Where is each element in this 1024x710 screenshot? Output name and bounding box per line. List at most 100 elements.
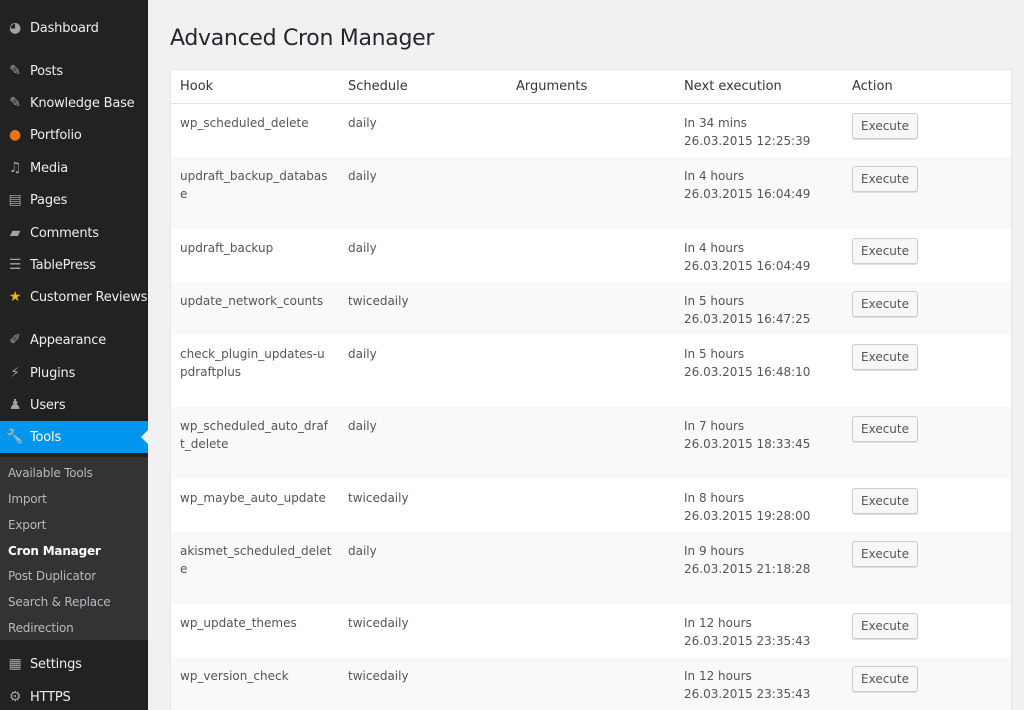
schedule-value: daily — [348, 169, 377, 183]
table-row: wp_update_themes twicedaily In 12 hours 26.… — [171, 604, 1011, 657]
sidebar-item-label: Appearance — [30, 332, 107, 348]
pin-icon: ✎ — [9, 95, 21, 111]
brush-icon: ✐ — [9, 332, 21, 348]
next-execution: In 34 mins 26.03.2015 12:25:39 — [684, 114, 810, 150]
next-execution-relative: In 8 hours — [684, 491, 745, 505]
execute-button[interactable]: Execute — [852, 613, 918, 639]
submenu-item-cron-manager[interactable]: Cron Manager — [8, 544, 101, 558]
next-execution: In 4 hours 26.03.2015 16:04:49 — [684, 239, 810, 275]
column-header-hook[interactable]: Hook — [180, 79, 213, 94]
sidebar-item-settings[interactable]: ▦ Settings — [0, 648, 148, 680]
table-row: wp_scheduled_delete daily In 34 mins 26.03.… — [171, 104, 1011, 157]
sidebar-item-customer-reviews[interactable]: ★ Customer Reviews — [0, 281, 148, 313]
next-execution-datetime: 26.03.2015 23:35:43 — [684, 687, 811, 701]
sidebar-item-users[interactable]: ♟ Users — [0, 389, 148, 421]
submenu-item-available-tools[interactable]: Available Tools — [8, 466, 93, 480]
portfolio-icon: ● — [8, 127, 22, 143]
cron-table: Hook Schedule Arguments Next execution A… — [170, 69, 1012, 710]
next-execution-datetime: 26.03.2015 16:04:49 — [684, 187, 811, 201]
sidebar-item-portfolio[interactable]: ● Portfolio — [0, 119, 148, 151]
sidebar-item-tablepress[interactable]: ☰ TablePress — [0, 249, 148, 281]
next-execution-datetime: 26.03.2015 12:25:39 — [684, 134, 811, 148]
next-execution-relative: In 12 hours — [684, 616, 752, 630]
sidebar-item-label: Media — [30, 160, 69, 176]
plug-icon: ⚡ — [10, 365, 20, 381]
sidebar-item-dashboard[interactable]: ◕ Dashboard — [0, 12, 148, 44]
execute-button[interactable]: Execute — [852, 488, 918, 514]
sidebar-item-https[interactable]: ⚙ HTTPS — [0, 681, 148, 710]
submenu-item-search-replace[interactable]: Search & Replace — [8, 595, 111, 609]
dashboard-icon: ◕ — [8, 20, 22, 36]
schedule-value: daily — [348, 544, 377, 558]
next-execution: In 7 hours 26.03.2015 18:33:45 — [684, 417, 810, 453]
submenu-item-post-duplicator[interactable]: Post Duplicator — [8, 569, 96, 583]
schedule-value: daily — [348, 116, 377, 130]
comments-icon: ▰ — [9, 225, 21, 241]
sidebar-item-tools[interactable]: 🔧 Tools — [0, 421, 148, 453]
pages-icon: ▤ — [8, 192, 22, 208]
next-execution-relative: In 5 hours — [684, 294, 745, 308]
execute-button[interactable]: Execute — [852, 666, 918, 692]
execute-button[interactable]: Execute — [852, 344, 918, 370]
execute-button[interactable]: Execute — [852, 416, 918, 442]
next-execution-relative: In 4 hours — [684, 169, 745, 183]
sidebar-item-media[interactable]: ♫ Media — [0, 152, 148, 184]
sidebar-item-appearance[interactable]: ✐ Appearance — [0, 324, 148, 356]
table-row: wp_scheduled_auto_draft_delete daily In 7 … — [171, 407, 1011, 479]
sidebar-item-knowledge-base[interactable]: ✎ Knowledge Base — [0, 87, 148, 119]
star-icon: ★ — [8, 289, 22, 305]
settings-icon: ▦ — [8, 656, 22, 672]
next-execution-datetime: 26.03.2015 23:35:43 — [684, 634, 811, 648]
execute-button[interactable]: Execute — [852, 238, 918, 264]
wrench-icon: 🔧 — [6, 429, 24, 445]
sidebar-item-comments[interactable]: ▰ Comments — [0, 217, 148, 249]
next-execution: In 12 hours 26.03.2015 23:35:43 — [684, 614, 810, 650]
execute-button[interactable]: Execute — [852, 166, 918, 192]
sidebar-item-pages[interactable]: ▤ Pages — [0, 184, 148, 216]
page-title: Advanced Cron Manager — [170, 26, 435, 51]
submenu-item-import[interactable]: Import — [8, 492, 47, 506]
hook-name: wp_version_check — [180, 669, 289, 683]
table-icon: ☰ — [8, 257, 22, 273]
sidebar-item-label: Pages — [30, 192, 68, 208]
submenu-item-redirection[interactable]: Redirection — [8, 621, 74, 635]
hook-name: wp_update_themes — [180, 616, 297, 630]
table-row: wp_maybe_auto_update twicedaily In 8 hours… — [171, 479, 1011, 532]
sidebar-item-label: Users — [30, 397, 66, 413]
submenu-item-export[interactable]: Export — [8, 518, 46, 532]
next-execution-relative: In 5 hours — [684, 347, 745, 361]
execute-button[interactable]: Execute — [852, 113, 918, 139]
execute-button[interactable]: Execute — [852, 541, 918, 567]
next-execution-relative: In 7 hours — [684, 419, 745, 433]
schedule-value: twicedaily — [348, 669, 409, 683]
schedule-value: twicedaily — [348, 616, 409, 630]
tools-submenu: Available Tools Import Export Cron Manager P… — [0, 457, 148, 640]
sidebar-item-label: Plugins — [30, 365, 76, 381]
column-header-schedule[interactable]: Schedule — [348, 79, 408, 94]
column-header-arguments[interactable]: Arguments — [516, 79, 587, 94]
table-row: akismet_scheduled_delete daily In 9 hours 2… — [171, 532, 1011, 604]
hook-name: wp_scheduled_delete — [180, 116, 309, 130]
column-header-next-execution[interactable]: Next execution — [684, 79, 782, 94]
execute-button[interactable]: Execute — [852, 291, 918, 317]
column-header-action: Action — [852, 79, 893, 94]
sidebar-item-label: Comments — [30, 225, 99, 241]
next-execution-relative: In 4 hours — [684, 241, 745, 255]
next-execution: In 8 hours 26.03.2015 19:28:00 — [684, 489, 810, 525]
sidebar-item-posts[interactable]: ✎ Posts — [0, 55, 148, 87]
hook-name: updraft_backup — [180, 241, 274, 255]
next-execution: In 4 hours 26.03.2015 16:04:49 — [684, 167, 810, 203]
schedule-value: daily — [348, 241, 377, 255]
next-execution-datetime: 26.03.2015 19:28:00 — [684, 509, 811, 523]
sidebar-item-label: HTTPS — [30, 689, 71, 705]
next-execution: In 5 hours 26.03.2015 16:47:25 — [684, 292, 810, 328]
next-execution-datetime: 26.03.2015 18:33:45 — [684, 437, 811, 451]
sidebar-item-label: Posts — [30, 63, 63, 79]
sidebar-item-label: Dashboard — [30, 20, 99, 36]
next-execution-datetime: 26.03.2015 16:47:25 — [684, 312, 811, 326]
gear-icon: ⚙ — [8, 689, 22, 705]
table-row: update_network_counts twicedaily In 5 hour… — [171, 282, 1011, 335]
sidebar-item-plugins[interactable]: ⚡ Plugins — [0, 357, 148, 389]
hook-name: check_plugin_updates-updraftplus — [180, 347, 325, 379]
schedule-value: daily — [348, 419, 377, 433]
